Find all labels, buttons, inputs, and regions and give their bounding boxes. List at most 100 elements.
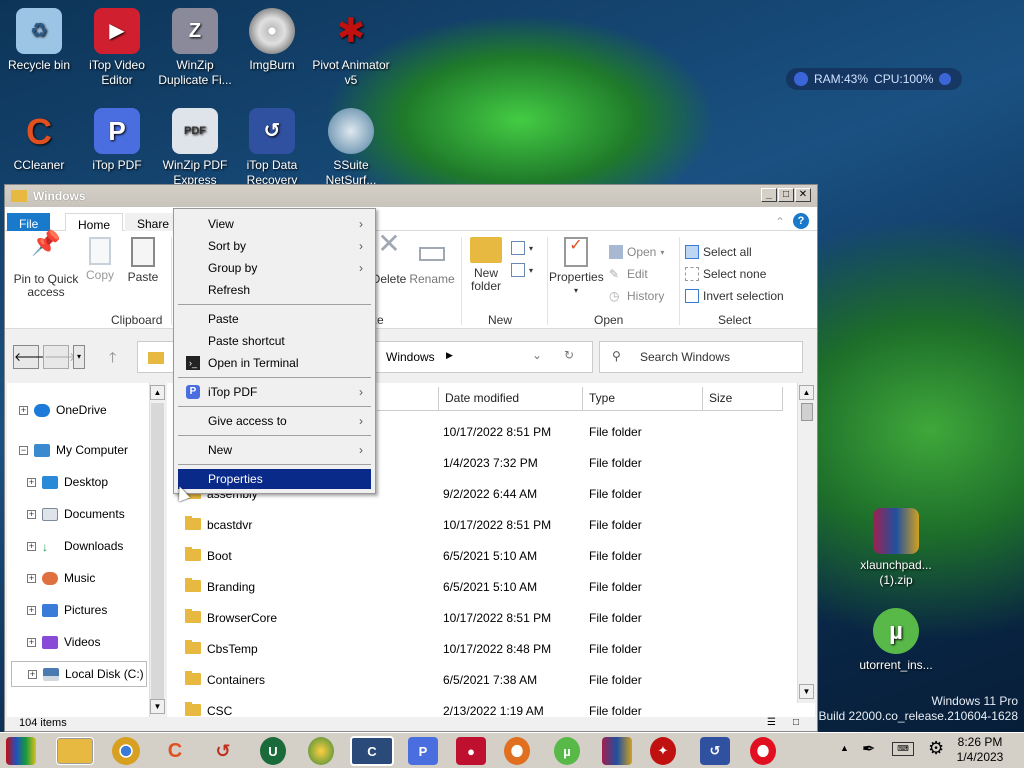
paste-button[interactable]: Paste bbox=[123, 237, 163, 284]
collapse-icon[interactable]: − bbox=[19, 445, 28, 455]
menu-item-itop-pdf[interactable]: PiTop PDF › bbox=[178, 382, 371, 402]
history-button[interactable]: ◷ History bbox=[609, 289, 664, 303]
opera-icon[interactable] bbox=[750, 737, 776, 765]
itop-pdf-icon[interactable]: P bbox=[408, 737, 438, 765]
easy-access-button[interactable]: ▾ bbox=[511, 263, 533, 277]
desktop-icon-itop-data-recovery[interactable]: ↺ iTop Data Recovery bbox=[233, 108, 311, 188]
chrome-icon[interactable] bbox=[112, 737, 140, 765]
nav-item-downloads[interactable]: + ↓ Downloads bbox=[27, 539, 123, 554]
menu-item-give-access[interactable]: Give access to › bbox=[178, 411, 371, 431]
scroll-up-icon[interactable]: ▲ bbox=[799, 385, 814, 400]
expand-icon[interactable]: + bbox=[27, 637, 36, 647]
desktop-icon-utorrent[interactable]: µ utorrent_ins... bbox=[857, 608, 935, 673]
expand-icon[interactable]: + bbox=[27, 509, 36, 519]
menu-item-refresh[interactable]: Refresh bbox=[178, 280, 371, 300]
expand-ribbon-icon[interactable]: ⌃ bbox=[775, 215, 785, 229]
keyboard-icon[interactable]: ⌨ bbox=[892, 742, 914, 756]
nav-scrollbar[interactable]: ▲ ▼ bbox=[149, 383, 165, 717]
properties-button[interactable]: ✓ Properties ▾ bbox=[549, 237, 604, 297]
nav-item-videos[interactable]: + Videos bbox=[27, 635, 100, 649]
pen-icon[interactable]: ✒ bbox=[862, 739, 875, 759]
desktop-icon-itop-video-editor[interactable]: ▶ iTop Video Editor bbox=[78, 8, 156, 88]
table-row[interactable]: Containers 6/5/2021 7:38 AM File folder bbox=[167, 664, 797, 695]
table-row[interactable]: CbsTemp 10/17/2022 8:48 PM File folder bbox=[167, 633, 797, 664]
iobit-uninstaller-icon[interactable]: U bbox=[260, 737, 286, 765]
nav-item-my-computer[interactable]: − My Computer bbox=[19, 443, 128, 457]
menu-item-new[interactable]: New › bbox=[178, 440, 371, 460]
nav-item-pictures[interactable]: + Pictures bbox=[27, 603, 107, 617]
start-icon[interactable] bbox=[6, 737, 36, 765]
expand-icon[interactable]: + bbox=[27, 573, 36, 583]
desktop-icon-pivot-animator[interactable]: ✱ Pivot Animator v5 bbox=[312, 8, 390, 88]
menu-item-sort-by[interactable]: Sort by › bbox=[178, 236, 371, 256]
game-icon[interactable]: ✦ bbox=[650, 737, 676, 765]
nav-item-documents[interactable]: + Documents bbox=[27, 507, 125, 521]
help-icon[interactable]: ? bbox=[793, 213, 809, 229]
desktop-icon-ssuite-netsurf[interactable]: SSuite NetSurf... bbox=[312, 108, 390, 188]
show-hidden-icons-icon[interactable]: ▲ bbox=[840, 743, 849, 753]
column-header-size[interactable]: Size bbox=[703, 387, 783, 411]
table-row[interactable]: BrowserCore 10/17/2022 8:51 PM File folder bbox=[167, 602, 797, 633]
edit-button[interactable]: ✎ Edit bbox=[609, 267, 648, 281]
details-view-icon[interactable]: ☰ bbox=[767, 717, 776, 728]
expand-icon[interactable]: + bbox=[27, 541, 36, 551]
table-row[interactable]: bcastdvr 10/17/2022 8:51 PM File folder bbox=[167, 509, 797, 540]
scroll-up-icon[interactable]: ▲ bbox=[150, 385, 165, 400]
open-button[interactable]: Open ▾ bbox=[609, 245, 664, 259]
reimage-icon[interactable]: ↺ bbox=[208, 737, 238, 765]
table-row[interactable]: Boot 6/5/2021 5:10 AM File folder bbox=[167, 540, 797, 571]
table-row[interactable]: Branding 6/5/2021 5:10 AM File folder bbox=[167, 571, 797, 602]
copy-button[interactable]: Copy bbox=[83, 237, 117, 282]
select-all-button[interactable]: Select all bbox=[685, 245, 752, 259]
expand-icon[interactable]: + bbox=[19, 405, 28, 415]
select-none-button[interactable]: Select none bbox=[685, 267, 766, 281]
cclean-active-icon[interactable]: C bbox=[350, 736, 394, 766]
expand-icon[interactable]: + bbox=[28, 669, 37, 679]
nav-scrollbar-thumb[interactable] bbox=[151, 403, 164, 703]
minimize-button[interactable]: _ bbox=[761, 188, 777, 202]
vpn-shield-icon[interactable] bbox=[504, 737, 530, 765]
new-folder-button[interactable]: New folder bbox=[465, 237, 507, 293]
refresh-icon[interactable]: ↻ bbox=[564, 348, 574, 362]
column-header-type[interactable]: Type bbox=[583, 387, 703, 411]
utorrent-icon[interactable]: µ bbox=[554, 737, 580, 765]
file-list-scrollbar-thumb[interactable] bbox=[801, 403, 813, 421]
chevron-down-icon[interactable]: ⌄ bbox=[532, 348, 542, 362]
desktop-icon-recycle-bin[interactable]: ♻ Recycle bin bbox=[0, 8, 78, 73]
column-header-date[interactable]: Date modified bbox=[439, 387, 583, 411]
expand-icon[interactable]: + bbox=[27, 477, 36, 487]
itop-data-recovery-icon[interactable]: ↺ bbox=[700, 737, 730, 765]
search-box[interactable]: ⚲ Search Windows bbox=[599, 341, 803, 373]
file-explorer-icon[interactable] bbox=[56, 737, 94, 765]
desktop-icon-itop-pdf[interactable]: P iTop PDF bbox=[78, 108, 156, 173]
rename-button[interactable]: Rename bbox=[409, 237, 455, 286]
recent-locations-dropdown[interactable]: ▾ bbox=[73, 345, 85, 369]
invert-selection-button[interactable]: Invert selection bbox=[685, 289, 784, 303]
back-button[interactable]: 🡐 bbox=[13, 345, 46, 369]
desktop-icon-winzip-duplicate[interactable]: Z WinZip Duplicate Fi... bbox=[156, 8, 234, 88]
nav-item-music[interactable]: + Music bbox=[27, 571, 95, 585]
desktop-icon-imgburn[interactable]: ImgBurn bbox=[233, 8, 311, 73]
desktop-icon-xlaunchpad-zip[interactable]: xlaunchpad... (1).zip bbox=[857, 508, 935, 588]
desktop-icon-winzip-pdf[interactable]: PDF WinZip PDF Express bbox=[156, 108, 234, 188]
pin-quick-access-button[interactable]: 📌 Pin to Quick access bbox=[11, 232, 81, 299]
menu-item-open-terminal[interactable]: ›_ Open in Terminal bbox=[178, 353, 371, 373]
winrar-icon[interactable] bbox=[602, 737, 632, 765]
menu-item-paste[interactable]: Paste bbox=[178, 309, 371, 329]
close-button[interactable]: ✕ bbox=[795, 188, 811, 202]
menu-item-properties[interactable]: Properties bbox=[178, 469, 371, 489]
globe-browser-icon[interactable] bbox=[308, 737, 334, 765]
title-bar[interactable]: Windows _ □ ✕ bbox=[5, 185, 817, 207]
menu-item-view[interactable]: View › bbox=[178, 214, 371, 234]
system-monitor-widget[interactable]: RAM:43% CPU:100% bbox=[786, 68, 962, 90]
file-list-scrollbar[interactable]: ▲ ▼ bbox=[797, 383, 815, 703]
up-button[interactable]: 🡑 bbox=[109, 347, 116, 371]
menu-item-group-by[interactable]: Group by › bbox=[178, 258, 371, 278]
nav-item-local-disk[interactable]: + Local Disk (C:) bbox=[11, 661, 147, 687]
expand-icon[interactable]: + bbox=[27, 605, 36, 615]
itop-screen-recorder-icon[interactable]: ● bbox=[456, 737, 486, 765]
address-path[interactable]: Windows bbox=[386, 350, 435, 364]
scroll-down-icon[interactable]: ▼ bbox=[799, 684, 814, 699]
desktop-icon-ccleaner[interactable]: C CCleaner bbox=[0, 108, 78, 173]
menu-item-paste-shortcut[interactable]: Paste shortcut bbox=[178, 331, 371, 351]
